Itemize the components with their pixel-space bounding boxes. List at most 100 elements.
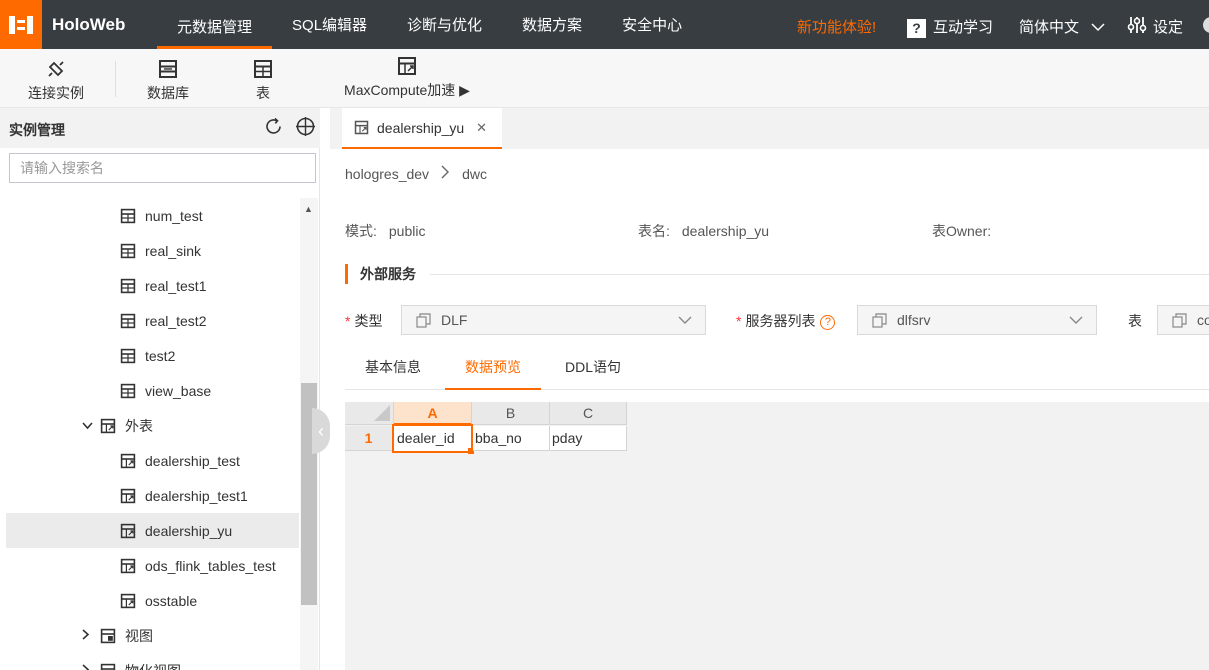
tree-item-label: dealership_yu [145,522,233,539]
sidebar-collapse-handle[interactable]: ‹ [312,408,330,454]
tree-item[interactable]: dealership_test [6,443,299,478]
tree-item[interactable]: real_test1 [6,268,299,303]
column-header-c[interactable]: C [550,402,627,425]
database-button[interactable]: 数据库 [140,49,196,108]
close-icon[interactable]: ✕ [476,120,487,136]
new-feature-link[interactable]: 新功能体验! [797,0,876,49]
tree-item-label: real_test1 [145,277,207,294]
connect-instance-label: 连接实例 [28,85,84,101]
database-icon [159,60,177,78]
chevron-right-icon[interactable] [82,663,96,670]
tree-item-label: dealership_test [145,452,240,469]
type-label-wrap: * 类型 [345,311,382,331]
plug-icon [48,61,64,77]
tab-bar: dealership_yu ✕ [330,108,1209,149]
table-name-value: dealership_yu [681,223,770,239]
table-name-label: 表名: [638,223,670,239]
table-name-info: 表名: dealership_yu [638,221,769,241]
help-link[interactable]: ? 互动学习 [907,0,993,49]
nav-item-security[interactable]: 安全中心 [602,0,702,49]
foreign-table-icon [120,488,136,504]
avatar[interactable] [1203,17,1209,33]
section-divider [430,274,1209,275]
tree-item[interactable]: view_base [6,373,299,408]
help-icon[interactable]: ? [820,314,836,330]
view-icon [100,663,116,670]
tree-item[interactable]: osstable [6,583,299,618]
server-value: dlfsrv [897,312,931,328]
server-select[interactable]: dlfsrv [857,305,1097,335]
holoweb-logo-icon [9,15,33,34]
grid-cell-a1[interactable]: dealer_id [392,424,473,453]
required-mark: * [345,313,351,329]
nav-item-metadata[interactable]: 元数据管理 [157,0,273,49]
tree-item[interactable]: test2 [6,338,299,373]
tree-item[interactable]: num_test [6,198,299,233]
tab-basic-info[interactable]: 基本信息 [345,353,441,390]
logo[interactable] [0,0,42,49]
foreign-table-icon [398,57,416,75]
copy-icon [416,312,431,328]
table-icon [254,60,272,78]
scroll-up-arrow-icon[interactable]: ▲ [304,204,313,214]
tree-item-label: 视图 [125,627,153,644]
tree-item[interactable]: 外表 [6,408,299,443]
column-header-a[interactable]: A [394,402,472,425]
brand-name: HoloWeb [52,15,126,34]
grid-cell-b1[interactable]: bba_no [473,426,550,451]
maxcompute-accelerate-button[interactable]: MaxCompute加速 ▶ [336,49,478,108]
table-icon [120,208,136,224]
chevron-down-icon [1091,23,1105,32]
data-preview-area: A B C 1 dealer_id bba_no pday [345,402,1209,670]
nav-item-data-solution[interactable]: 数据方案 [502,0,602,49]
table-label: 表 [256,85,270,101]
type-label: 类型 [354,313,383,329]
chevron-right-icon[interactable] [82,628,96,643]
main-nav: 元数据管理 SQL编辑器 诊断与优化 数据方案 安全中心 [157,0,702,49]
locate-icon[interactable] [295,116,316,137]
table-select-value: co [1197,312,1209,328]
tree-item-label: real_sink [145,242,202,259]
grid-corner[interactable] [345,402,394,425]
foreign-table-icon [354,120,369,135]
tree-item[interactable]: ods_flink_tables_test [6,548,299,583]
tree-item[interactable]: dealership_test1 [6,478,299,513]
row-header-1[interactable]: 1 [345,426,394,451]
top-bar: HoloWeb 元数据管理 SQL编辑器 诊断与优化 数据方案 安全中心 新功能… [0,0,1209,49]
type-select[interactable]: DLF [401,305,706,335]
tab-ddl[interactable]: DDL语句 [545,353,641,390]
tree-item-label: 物化视图 [125,661,181,670]
tree-item[interactable]: real_test2 [6,303,299,338]
chevron-right-icon [441,165,450,182]
nav-item-diagnosis[interactable]: 诊断与优化 [387,0,502,49]
tree-item[interactable]: 视图 [6,618,299,653]
breadcrumb-instance[interactable]: hologres_dev [345,166,429,182]
grid-cell-c1[interactable]: pday [550,426,627,451]
foreign-table-icon [120,453,136,469]
column-header-b[interactable]: B [472,402,550,425]
table-select[interactable]: co [1157,305,1209,335]
tree-item[interactable]: dealership_yu [6,513,299,548]
refresh-icon[interactable] [263,116,284,137]
chevron-down-icon [678,316,692,324]
search-input[interactable] [9,153,316,183]
tree-item[interactable]: real_sink [6,233,299,268]
settings-button[interactable]: 设定 [1127,0,1183,49]
chevron-down-icon[interactable] [82,419,96,433]
foreign-table-icon [120,558,136,574]
tab-dealership-yu[interactable]: dealership_yu ✕ [342,108,502,149]
tree-item[interactable]: 物化视图 [6,653,299,670]
tab-data-preview[interactable]: 数据预览 [445,353,541,390]
foreign-table-icon [120,593,136,609]
language-select[interactable]: 简体中文 [1019,0,1105,49]
table-button[interactable]: 表 [246,49,280,108]
tree-item-label: test2 [145,347,176,364]
tree-item-label: 外表 [125,417,153,434]
connect-instance-button[interactable]: 连接实例 [22,49,90,108]
sidebar: 实例管理 num_test real_sink real_test1 real_tes… [0,108,320,670]
breadcrumb-database[interactable]: dwc [462,166,487,182]
view-icon [100,628,116,644]
nav-item-sql-editor[interactable]: SQL编辑器 [272,0,387,49]
table-icon [120,313,136,329]
schema-value: public [388,223,426,239]
